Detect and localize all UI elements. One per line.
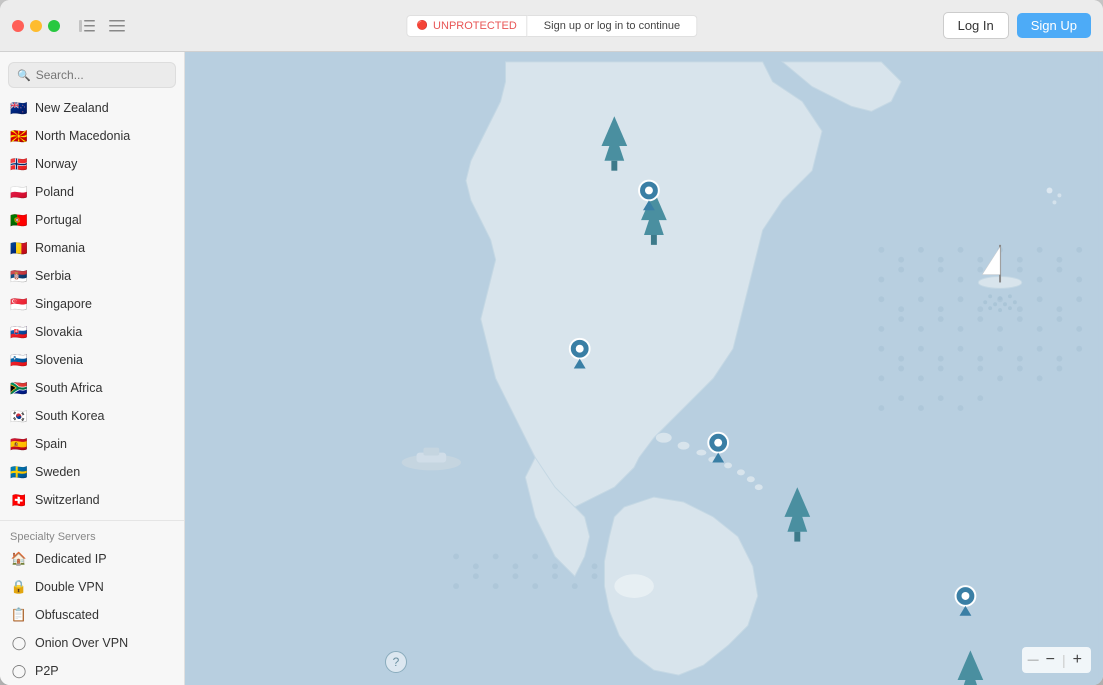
specialty-icon: 📋	[10, 606, 28, 624]
specialty-item[interactable]: 🔒 Double VPN	[0, 573, 184, 601]
country-name: South Korea	[35, 409, 105, 423]
map-area: ? — − | +	[185, 52, 1103, 685]
country-flag: 🇰🇷	[10, 407, 28, 425]
country-flag: 🇪🇸	[10, 435, 28, 453]
country-name: Slovakia	[35, 325, 82, 339]
country-flag: 🇵🇹	[10, 211, 28, 229]
list-item[interactable]: 🇷🇴 Romania	[0, 234, 184, 262]
search-icon: 🔍	[17, 69, 31, 82]
list-item[interactable]: 🇲🇰 North Macedonia	[0, 122, 184, 150]
country-name: Serbia	[35, 269, 71, 283]
country-name: Romania	[35, 241, 85, 255]
country-flag: 🇸🇰	[10, 323, 28, 341]
country-flag: 🇸🇬	[10, 295, 28, 313]
app-window: UNPROTECTED Sign up or log in to continu…	[0, 0, 1103, 685]
list-item[interactable]: 🇳🇴 Norway	[0, 150, 184, 178]
country-name: Norway	[35, 157, 77, 171]
signup-button[interactable]: Sign Up	[1017, 13, 1091, 38]
list-item[interactable]: 🇸🇪 Sweden	[0, 458, 184, 486]
zoom-out-button[interactable]: −	[1043, 650, 1058, 670]
zoom-in-button[interactable]: +	[1070, 650, 1085, 670]
country-flag: 🇵🇱	[10, 183, 28, 201]
titlebar-actions: Log In Sign Up	[943, 12, 1091, 39]
specialty-item-label: Onion Over VPN	[35, 636, 128, 650]
list-item[interactable]: 🇨🇭 Switzerland	[0, 486, 184, 514]
titlebar-icons	[76, 17, 128, 35]
country-name: Sweden	[35, 465, 80, 479]
list-item[interactable]: 🇿🇦 South Africa	[0, 374, 184, 402]
specialty-item-label: P2P	[35, 664, 59, 678]
specialty-item[interactable]: ◯ P2P	[0, 657, 184, 685]
specialty-icon: ◯	[10, 662, 28, 680]
sidebar: 🔍 🇳🇿 New Zealand 🇲🇰 North Macedonia 🇳🇴 N…	[0, 52, 185, 685]
search-input[interactable]	[36, 68, 167, 82]
list-item[interactable]: 🇸🇬 Singapore	[0, 290, 184, 318]
specialty-icon: 🏠	[10, 550, 28, 568]
traffic-lights	[12, 20, 60, 32]
country-flag: 🇷🇸	[10, 267, 28, 285]
country-flag: 🇿🇦	[10, 379, 28, 397]
unprotected-badge: UNPROTECTED	[406, 15, 528, 37]
specialty-icon: ◯	[10, 634, 28, 652]
country-flag: 🇸🇪	[10, 463, 28, 481]
maximize-button[interactable]	[48, 20, 60, 32]
minimize-button[interactable]	[30, 20, 42, 32]
country-list: 🇳🇿 New Zealand 🇲🇰 North Macedonia 🇳🇴 Nor…	[0, 94, 184, 520]
country-name: Portugal	[35, 213, 82, 227]
close-button[interactable]	[12, 20, 24, 32]
country-flag: 🇷🇴	[10, 239, 28, 257]
titlebar: UNPROTECTED Sign up or log in to continu…	[0, 0, 1103, 52]
map-controls: — − | +	[1022, 647, 1091, 673]
zoom-line: —	[1028, 654, 1039, 666]
login-button[interactable]: Log In	[943, 12, 1009, 39]
sidebar-toggle-button[interactable]	[76, 17, 98, 35]
unprotected-label: UNPROTECTED	[433, 20, 517, 32]
specialty-section: Specialty Servers 🏠 Dedicated IP 🔒 Doubl…	[0, 520, 184, 685]
list-item[interactable]: 🇸🇮 Slovenia	[0, 346, 184, 374]
specialty-item-label: Double VPN	[35, 580, 104, 594]
list-item[interactable]: 🇰🇷 South Korea	[0, 402, 184, 430]
specialty-item[interactable]: ◯ Onion Over VPN	[0, 629, 184, 657]
country-name: Switzerland	[35, 493, 100, 507]
specialty-item-label: Dedicated IP	[35, 552, 107, 566]
country-name: South Africa	[35, 381, 102, 395]
list-view-button[interactable]	[106, 17, 128, 35]
list-item[interactable]: 🇵🇱 Poland	[0, 178, 184, 206]
titlebar-message: Sign up or log in to continue	[528, 15, 697, 37]
country-name: Singapore	[35, 297, 92, 311]
country-name: Slovenia	[35, 353, 83, 367]
specialty-label: Specialty Servers	[0, 527, 184, 545]
list-item[interactable]: 🇵🇹 Portugal	[0, 206, 184, 234]
specialty-item[interactable]: 📋 Obfuscated	[0, 601, 184, 629]
country-name: New Zealand	[35, 101, 109, 115]
search-box[interactable]: 🔍	[8, 62, 176, 88]
list-item[interactable]: 🇪🇸 Spain	[0, 430, 184, 458]
country-name: Spain	[35, 437, 67, 451]
country-flag: 🇲🇰	[10, 127, 28, 145]
country-flag: 🇳🇴	[10, 155, 28, 173]
list-item[interactable]: 🇸🇰 Slovakia	[0, 318, 184, 346]
country-flag: 🇳🇿	[10, 99, 28, 117]
country-name: North Macedonia	[35, 129, 130, 143]
titlebar-center: UNPROTECTED Sign up or log in to continu…	[406, 15, 697, 37]
specialty-item[interactable]: 🏠 Dedicated IP	[0, 545, 184, 573]
content: 🔍 🇳🇿 New Zealand 🇲🇰 North Macedonia 🇳🇴 N…	[0, 52, 1103, 685]
specialty-item-label: Obfuscated	[35, 608, 99, 622]
country-flag: 🇨🇭	[10, 491, 28, 509]
help-button[interactable]: ?	[385, 651, 407, 673]
list-item[interactable]: 🇷🇸 Serbia	[0, 262, 184, 290]
country-name: Poland	[35, 185, 74, 199]
country-flag: 🇸🇮	[10, 351, 28, 369]
list-item[interactable]: 🇳🇿 New Zealand	[0, 94, 184, 122]
specialty-icon: 🔒	[10, 578, 28, 596]
